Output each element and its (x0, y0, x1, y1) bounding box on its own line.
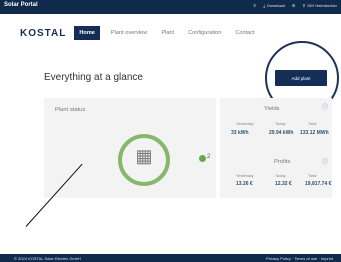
yields-value-total: 133.12 MWh (300, 130, 329, 136)
brand-name: Solar Portal (4, 2, 38, 8)
page: KOSTAL Home Plant overview Plant Configu… (10, 14, 341, 248)
yields-card: Yields ⓘ Yesterday Today Total 33 kWh 29… (220, 98, 332, 155)
profits-metric-today: Today (275, 173, 286, 178)
yields-metric-yesterday: Yesterday (236, 121, 254, 126)
nav-contact[interactable]: Contact (232, 26, 257, 40)
status-count: 2 (207, 154, 211, 160)
nav-plant-overview[interactable]: Plant overview (108, 26, 150, 40)
profits-metric-yesterday: Yesterday (236, 173, 254, 178)
yields-metric-today: Today (275, 121, 286, 126)
status-dot-icon (199, 155, 206, 162)
yields-value-yesterday: 33 kWh (231, 130, 249, 136)
profits-metric-total: Total (308, 173, 317, 178)
footer-links[interactable]: Privacy Policy · Terms of use · Imprint (266, 256, 333, 261)
profits-value-total: 19,817.74 € (305, 181, 332, 187)
logo: KOSTAL (20, 27, 67, 39)
yields-title: Yields (264, 106, 280, 112)
plant-status-title: Plant status (55, 107, 86, 113)
footer-copyright: © 2024 KOSTAL Solar Electric GmbH (14, 256, 81, 261)
profits-value-yesterday: 13.26 € (236, 181, 253, 187)
top-tools: ∓ ⤓ Download ⚙ ⚲ DIH Heimbucher (253, 3, 337, 8)
main-nav: KOSTAL Home Plant overview Plant Configu… (20, 26, 266, 40)
top-bar: Solar Portal ∓ ⤓ Download ⚙ ⚲ DIH Heimbuch… (0, 0, 341, 14)
page-title: Everything at a glance (44, 72, 143, 83)
profits-value-today: 12.32 € (275, 181, 292, 187)
settings-icon[interactable]: ⚙ (292, 3, 296, 8)
nav-plant[interactable]: Plant (158, 26, 177, 40)
profits-card: Profits ⓘ Yesterday Today Total 13.26 € … (220, 154, 332, 198)
notifications-icon[interactable]: ∓ (253, 3, 256, 8)
profits-info-icon[interactable]: ⓘ (322, 157, 328, 166)
yields-info-icon[interactable]: ⓘ (322, 102, 328, 111)
user-menu[interactable]: ⚲ DIH Heimbucher (302, 3, 337, 8)
download-icon: ⤓ (263, 3, 266, 8)
download-link[interactable]: ⤓ Download (263, 3, 285, 8)
yields-value-today: 29.94 kWh (269, 130, 294, 136)
nav-configuration[interactable]: Configuration (185, 26, 224, 40)
yields-metric-total: Total (308, 121, 317, 126)
add-plant-button[interactable]: Add plant (275, 70, 327, 86)
profits-title: Profits (274, 159, 291, 165)
plant-status-card: Plant status ▦ 2 (44, 98, 216, 198)
footer: © 2024 KOSTAL Solar Electric GmbH Privac… (0, 254, 341, 262)
user-icon: ⚲ (302, 3, 306, 8)
nav-home[interactable]: Home (74, 26, 100, 40)
plant-icon: ▦ (135, 146, 153, 166)
